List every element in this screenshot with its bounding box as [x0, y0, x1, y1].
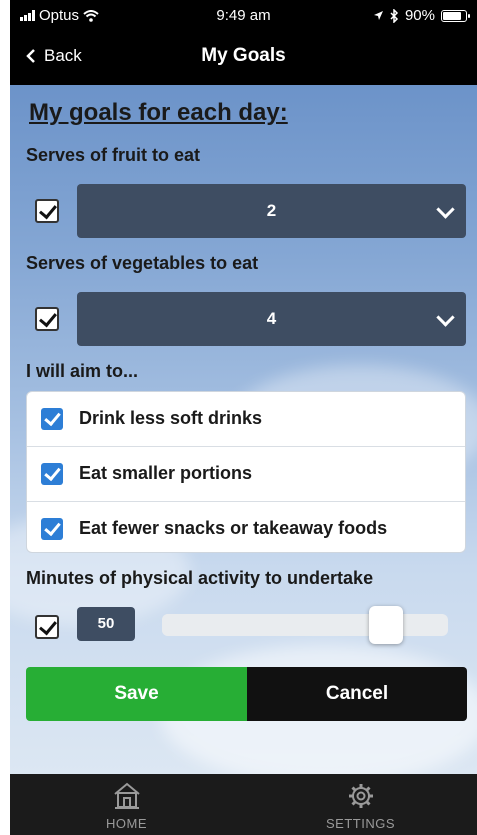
activity-slider[interactable]: [162, 606, 448, 644]
home-icon: [113, 782, 140, 809]
aim-checkbox[interactable]: [41, 463, 63, 485]
aim-item[interactable]: Eat fewer snacks or takeaway foods: [27, 502, 465, 552]
cancel-button[interactable]: Cancel: [247, 667, 467, 721]
vegetables-label: Serves of vegetables to eat: [26, 253, 259, 273]
status-right: 90%: [373, 7, 470, 24]
activity-label: Minutes of physical activity to undertak…: [26, 568, 374, 588]
battery-percent: 90%: [404, 7, 435, 24]
goals-content: My goals for each day: Serves of fruit t…: [10, 85, 477, 774]
fruit-value: 2: [266, 201, 277, 220]
location-arrow-icon: [373, 11, 383, 20]
aim-item[interactable]: Drink less soft drinks: [27, 392, 465, 447]
vegetables-value: 4: [266, 309, 277, 328]
fruit-select[interactable]: 2: [77, 184, 466, 238]
slider-fill: [162, 614, 386, 636]
goals-heading: My goals for each day:: [29, 99, 288, 126]
page-title: My Goals: [201, 45, 286, 66]
slider-thumb[interactable]: [369, 606, 403, 644]
phone-screen: Optus 9:49 am 90% Back My Goals My goals…: [10, 0, 477, 835]
aims-list: Drink less soft drinks Eat smaller porti…: [26, 391, 466, 553]
tab-settings-label: SETTINGS: [325, 816, 395, 831]
vegetables-checkbox[interactable]: [35, 307, 59, 331]
activity-checkbox[interactable]: [35, 615, 59, 639]
tab-home[interactable]: HOME: [10, 774, 243, 835]
bluetooth-icon: [390, 8, 399, 23]
battery-icon: [441, 9, 470, 22]
save-button[interactable]: Save: [26, 667, 247, 721]
gear-icon: [348, 784, 373, 808]
aim-text: Eat smaller portions: [79, 463, 253, 483]
tab-settings[interactable]: SETTINGS: [244, 774, 477, 835]
aim-text: Eat fewer snacks or takeaway foods: [79, 518, 388, 538]
activity-value: 50: [77, 607, 135, 641]
nav-bar: Back My Goals: [10, 30, 477, 85]
fruit-label: Serves of fruit to eat: [26, 145, 201, 165]
status-bar: Optus 9:49 am 90%: [10, 0, 477, 30]
app-frame: Optus 9:49 am 90% Back My Goals My goals…: [0, 0, 477, 835]
aim-checkbox[interactable]: [41, 518, 63, 540]
aim-checkbox[interactable]: [41, 408, 63, 430]
vegetables-select[interactable]: 4: [77, 292, 466, 346]
aim-text: Drink less soft drinks: [79, 408, 263, 428]
tab-bar: HOME SETTINGS: [10, 774, 477, 835]
aims-label: I will aim to...: [26, 361, 139, 381]
tab-home-label: HOME: [106, 816, 147, 831]
aim-item[interactable]: Eat smaller portions: [27, 447, 465, 502]
fruit-checkbox[interactable]: [35, 199, 59, 223]
